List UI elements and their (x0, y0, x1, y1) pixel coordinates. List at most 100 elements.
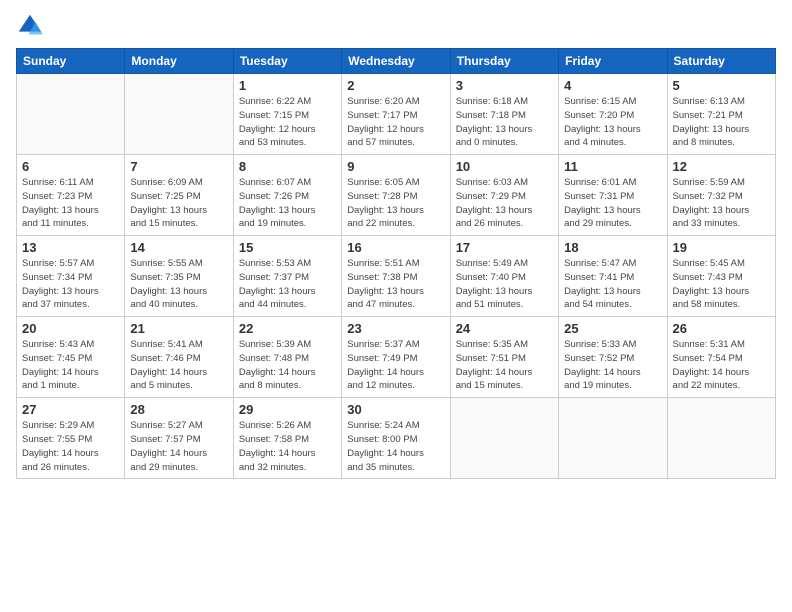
calendar-cell: 14 Sunrise: 5:55 AM Sunset: 7:35 PM Dayli… (125, 236, 233, 317)
calendar-cell (559, 398, 667, 479)
day-info: Sunrise: 5:39 AM Sunset: 7:48 PM Dayligh… (239, 338, 336, 393)
day-info: Sunrise: 6:05 AM Sunset: 7:28 PM Dayligh… (347, 176, 444, 231)
day-header-monday: Monday (125, 49, 233, 74)
day-info: Sunrise: 5:37 AM Sunset: 7:49 PM Dayligh… (347, 338, 444, 393)
day-number: 8 (239, 159, 336, 174)
calendar-cell: 21 Sunrise: 5:41 AM Sunset: 7:46 PM Dayli… (125, 317, 233, 398)
calendar-cell: 12 Sunrise: 5:59 AM Sunset: 7:32 PM Dayli… (667, 155, 775, 236)
calendar-cell: 28 Sunrise: 5:27 AM Sunset: 7:57 PM Dayli… (125, 398, 233, 479)
calendar-cell: 24 Sunrise: 5:35 AM Sunset: 7:51 PM Dayli… (450, 317, 558, 398)
day-info: Sunrise: 5:24 AM Sunset: 8:00 PM Dayligh… (347, 419, 444, 474)
day-info: Sunrise: 5:29 AM Sunset: 7:55 PM Dayligh… (22, 419, 119, 474)
day-info: Sunrise: 5:26 AM Sunset: 7:58 PM Dayligh… (239, 419, 336, 474)
calendar-cell: 22 Sunrise: 5:39 AM Sunset: 7:48 PM Dayli… (233, 317, 341, 398)
day-info: Sunrise: 6:09 AM Sunset: 7:25 PM Dayligh… (130, 176, 227, 231)
day-number: 23 (347, 321, 444, 336)
day-number: 10 (456, 159, 553, 174)
day-number: 7 (130, 159, 227, 174)
day-number: 1 (239, 78, 336, 93)
day-info: Sunrise: 5:53 AM Sunset: 7:37 PM Dayligh… (239, 257, 336, 312)
calendar-week-row: 13 Sunrise: 5:57 AM Sunset: 7:34 PM Dayli… (17, 236, 776, 317)
calendar-cell (17, 74, 125, 155)
calendar-cell: 23 Sunrise: 5:37 AM Sunset: 7:49 PM Dayli… (342, 317, 450, 398)
day-number: 18 (564, 240, 661, 255)
day-number: 3 (456, 78, 553, 93)
calendar-cell: 19 Sunrise: 5:45 AM Sunset: 7:43 PM Dayli… (667, 236, 775, 317)
day-info: Sunrise: 5:45 AM Sunset: 7:43 PM Dayligh… (673, 257, 770, 312)
day-info: Sunrise: 6:11 AM Sunset: 7:23 PM Dayligh… (22, 176, 119, 231)
day-number: 15 (239, 240, 336, 255)
day-info: Sunrise: 5:41 AM Sunset: 7:46 PM Dayligh… (130, 338, 227, 393)
calendar-cell: 2Sunrise: 6:20 AM Sunset: 7:17 PM Daylig… (342, 74, 450, 155)
day-number: 27 (22, 402, 119, 417)
calendar-cell: 25 Sunrise: 5:33 AM Sunset: 7:52 PM Dayli… (559, 317, 667, 398)
day-number: 17 (456, 240, 553, 255)
day-info: Sunrise: 5:35 AM Sunset: 7:51 PM Dayligh… (456, 338, 553, 393)
day-header-thursday: Thursday (450, 49, 558, 74)
day-number: 21 (130, 321, 227, 336)
calendar-cell: 11 Sunrise: 6:01 AM Sunset: 7:31 PM Dayli… (559, 155, 667, 236)
day-info: Sunrise: 5:49 AM Sunset: 7:40 PM Dayligh… (456, 257, 553, 312)
day-header-sunday: Sunday (17, 49, 125, 74)
day-number: 13 (22, 240, 119, 255)
day-info: Sunrise: 5:55 AM Sunset: 7:35 PM Dayligh… (130, 257, 227, 312)
day-header-tuesday: Tuesday (233, 49, 341, 74)
day-number: 9 (347, 159, 444, 174)
day-info: Sunrise: 6:13 AM Sunset: 7:21 PM Dayligh… (673, 95, 770, 150)
day-info: Sunrise: 5:51 AM Sunset: 7:38 PM Dayligh… (347, 257, 444, 312)
day-header-friday: Friday (559, 49, 667, 74)
calendar-header-row: SundayMondayTuesdayWednesdayThursdayFrid… (17, 49, 776, 74)
calendar-cell (450, 398, 558, 479)
calendar-cell: 7 Sunrise: 6:09 AM Sunset: 7:25 PM Daylig… (125, 155, 233, 236)
day-info: Sunrise: 6:07 AM Sunset: 7:26 PM Dayligh… (239, 176, 336, 231)
day-number: 4 (564, 78, 661, 93)
day-info: Sunrise: 6:03 AM Sunset: 7:29 PM Dayligh… (456, 176, 553, 231)
day-header-wednesday: Wednesday (342, 49, 450, 74)
day-number: 16 (347, 240, 444, 255)
day-info: Sunrise: 5:57 AM Sunset: 7:34 PM Dayligh… (22, 257, 119, 312)
day-info: Sunrise: 5:33 AM Sunset: 7:52 PM Dayligh… (564, 338, 661, 393)
calendar-cell: 13 Sunrise: 5:57 AM Sunset: 7:34 PM Dayli… (17, 236, 125, 317)
day-number: 22 (239, 321, 336, 336)
day-number: 24 (456, 321, 553, 336)
day-number: 28 (130, 402, 227, 417)
calendar-cell: 15 Sunrise: 5:53 AM Sunset: 7:37 PM Dayli… (233, 236, 341, 317)
day-info: Sunrise: 5:43 AM Sunset: 7:45 PM Dayligh… (22, 338, 119, 393)
calendar-cell: 9 Sunrise: 6:05 AM Sunset: 7:28 PM Daylig… (342, 155, 450, 236)
day-number: 5 (673, 78, 770, 93)
day-info: Sunrise: 6:18 AM Sunset: 7:18 PM Dayligh… (456, 95, 553, 150)
day-number: 25 (564, 321, 661, 336)
calendar-week-row: 20 Sunrise: 5:43 AM Sunset: 7:45 PM Dayli… (17, 317, 776, 398)
calendar-cell: 29 Sunrise: 5:26 AM Sunset: 7:58 PM Dayli… (233, 398, 341, 479)
day-info: Sunrise: 6:01 AM Sunset: 7:31 PM Dayligh… (564, 176, 661, 231)
day-header-saturday: Saturday (667, 49, 775, 74)
day-number: 11 (564, 159, 661, 174)
day-info: Sunrise: 6:15 AM Sunset: 7:20 PM Dayligh… (564, 95, 661, 150)
calendar-cell: 6Sunrise: 6:11 AM Sunset: 7:23 PM Daylig… (17, 155, 125, 236)
calendar-cell: 18 Sunrise: 5:47 AM Sunset: 7:41 PM Dayli… (559, 236, 667, 317)
calendar-cell: 20 Sunrise: 5:43 AM Sunset: 7:45 PM Dayli… (17, 317, 125, 398)
day-number: 12 (673, 159, 770, 174)
day-number: 19 (673, 240, 770, 255)
calendar-cell: 3 Sunrise: 6:18 AM Sunset: 7:18 PM Daylig… (450, 74, 558, 155)
logo (16, 12, 48, 40)
day-number: 20 (22, 321, 119, 336)
day-number: 26 (673, 321, 770, 336)
calendar-cell: 8 Sunrise: 6:07 AM Sunset: 7:26 PM Daylig… (233, 155, 341, 236)
calendar-week-row: 6Sunrise: 6:11 AM Sunset: 7:23 PM Daylig… (17, 155, 776, 236)
calendar-cell: 10 Sunrise: 6:03 AM Sunset: 7:29 PM Dayli… (450, 155, 558, 236)
calendar-cell (667, 398, 775, 479)
day-number: 30 (347, 402, 444, 417)
day-number: 29 (239, 402, 336, 417)
calendar-cell: 1Sunrise: 6:22 AM Sunset: 7:15 PM Daylig… (233, 74, 341, 155)
calendar-week-row: 27 Sunrise: 5:29 AM Sunset: 7:55 PM Dayli… (17, 398, 776, 479)
day-info: Sunrise: 6:20 AM Sunset: 7:17 PM Dayligh… (347, 95, 444, 150)
day-info: Sunrise: 5:47 AM Sunset: 7:41 PM Dayligh… (564, 257, 661, 312)
calendar-cell: 5 Sunrise: 6:13 AM Sunset: 7:21 PM Daylig… (667, 74, 775, 155)
calendar-cell: 26Sunrise: 5:31 AM Sunset: 7:54 PM Dayli… (667, 317, 775, 398)
day-number: 14 (130, 240, 227, 255)
day-info: Sunrise: 5:27 AM Sunset: 7:57 PM Dayligh… (130, 419, 227, 474)
logo-icon (16, 12, 44, 40)
day-info: Sunrise: 5:59 AM Sunset: 7:32 PM Dayligh… (673, 176, 770, 231)
calendar-cell (125, 74, 233, 155)
